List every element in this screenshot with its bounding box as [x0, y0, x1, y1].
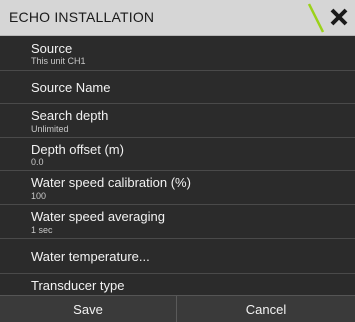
settings-list: Source This unit CH1 Source Name Search …	[0, 36, 355, 294]
echo-installation-dialog: ECHO INSTALLATION Source This unit CH1 S…	[0, 0, 355, 322]
title-bar: ECHO INSTALLATION	[0, 0, 355, 36]
list-item-label: Water speed averaging	[31, 209, 165, 224]
list-item-label: Water speed calibration (%)	[31, 175, 191, 190]
dialog-footer: Save Cancel	[0, 295, 355, 322]
dialog-title: ECHO INSTALLATION	[9, 9, 155, 25]
list-item-label: Transducer type	[31, 278, 125, 293]
list-item-label: Source Name	[31, 80, 111, 95]
close-icon[interactable]	[326, 4, 352, 30]
list-item-water-temperature[interactable]: Water temperature...	[0, 239, 355, 274]
list-item-label: Water temperature...	[31, 249, 150, 264]
list-item-value: 1 sec	[31, 225, 53, 235]
save-button[interactable]: Save	[0, 296, 177, 322]
accent-slash-icon	[307, 3, 325, 33]
list-item-search-depth[interactable]: Search depth Unlimited	[0, 104, 355, 138]
list-item-label: Depth offset (m)	[31, 142, 124, 157]
list-item-value: Unlimited	[31, 124, 69, 134]
list-item-source[interactable]: Source This unit CH1	[0, 36, 355, 71]
list-item-transducer-type[interactable]: Transducer type	[0, 274, 355, 294]
list-item-water-speed-calibration[interactable]: Water speed calibration (%) 100	[0, 171, 355, 205]
list-item-label: Search depth	[31, 108, 109, 123]
list-item-value: 100	[31, 191, 47, 201]
list-item-source-name[interactable]: Source Name	[0, 71, 355, 104]
list-item-water-speed-averaging[interactable]: Water speed averaging 1 sec	[0, 205, 355, 239]
list-item-label: Source	[31, 41, 73, 56]
list-item-value: This unit CH1	[31, 56, 86, 66]
list-item-depth-offset[interactable]: Depth offset (m) 0.0	[0, 138, 355, 171]
cancel-button[interactable]: Cancel	[177, 296, 355, 322]
list-item-value: 0.0	[31, 157, 44, 167]
